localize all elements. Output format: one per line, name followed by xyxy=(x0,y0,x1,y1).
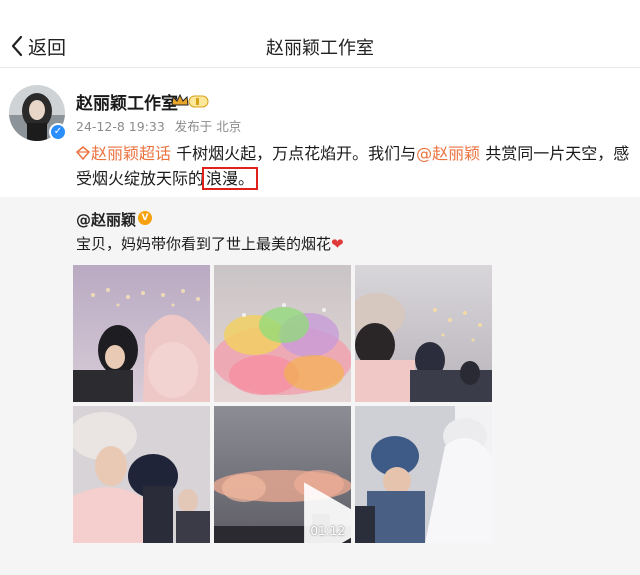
image-tile-1[interactable] xyxy=(73,265,210,402)
highlighted-text: 浪漫。 xyxy=(202,167,259,190)
image-tile-6[interactable] xyxy=(355,406,492,543)
topic-link[interactable]: 赵丽颖超话 xyxy=(76,144,171,163)
image-tile-4[interactable] xyxy=(73,406,210,543)
repost-card[interactable]: @赵丽颖 V 宝贝，妈妈带你看到了世上最美的烟花❤ 01:12 xyxy=(0,197,640,575)
post-meta: 24-12-8 19:33 发布于 北京 xyxy=(76,116,247,135)
mention-link[interactable]: @赵丽颖 xyxy=(416,144,480,163)
video-duration: 01:12 xyxy=(310,524,345,538)
image-tile-2[interactable] xyxy=(214,265,351,402)
heart-icon: ❤ xyxy=(331,235,344,253)
repost-text-body: 宝贝，妈妈带你看到了世上最美的烟花 xyxy=(76,235,332,253)
gold-v-icon: V xyxy=(138,211,152,225)
top-nav: 返回 赵丽颖工作室 xyxy=(0,0,640,68)
post-source: 发布于 北京 xyxy=(174,119,242,134)
post-card: ✓ 赵丽颖工作室 24-12-8 19:33 发布于 北京 赵丽颖超话 千树烟火… xyxy=(0,69,640,197)
post-author[interactable]: 赵丽颖工作室 xyxy=(76,89,178,114)
content-text-a: 千树烟火起，万点花焰开。我们与 xyxy=(171,144,417,163)
video-tile-5[interactable]: 01:12 xyxy=(214,406,351,543)
repost-text: 宝贝，妈妈带你看到了世上最美的烟花❤ xyxy=(76,233,344,254)
repost-author[interactable]: @赵丽颖 xyxy=(76,209,136,230)
post-date: 24-12-8 19:33 xyxy=(76,119,165,134)
post-content: 赵丽颖超话 千树烟火起，万点花焰开。我们与@赵丽颖 共赏同一片天空，感受烟火绽放… xyxy=(76,141,632,191)
vip-crown-icon xyxy=(171,93,209,108)
image-tile-3[interactable] xyxy=(355,265,492,402)
topic-label: 赵丽颖超话 xyxy=(91,144,172,163)
topic-diamond-icon xyxy=(76,146,90,160)
verified-icon: ✓ xyxy=(49,123,67,141)
page-title: 赵丽颖工作室 xyxy=(266,38,374,59)
